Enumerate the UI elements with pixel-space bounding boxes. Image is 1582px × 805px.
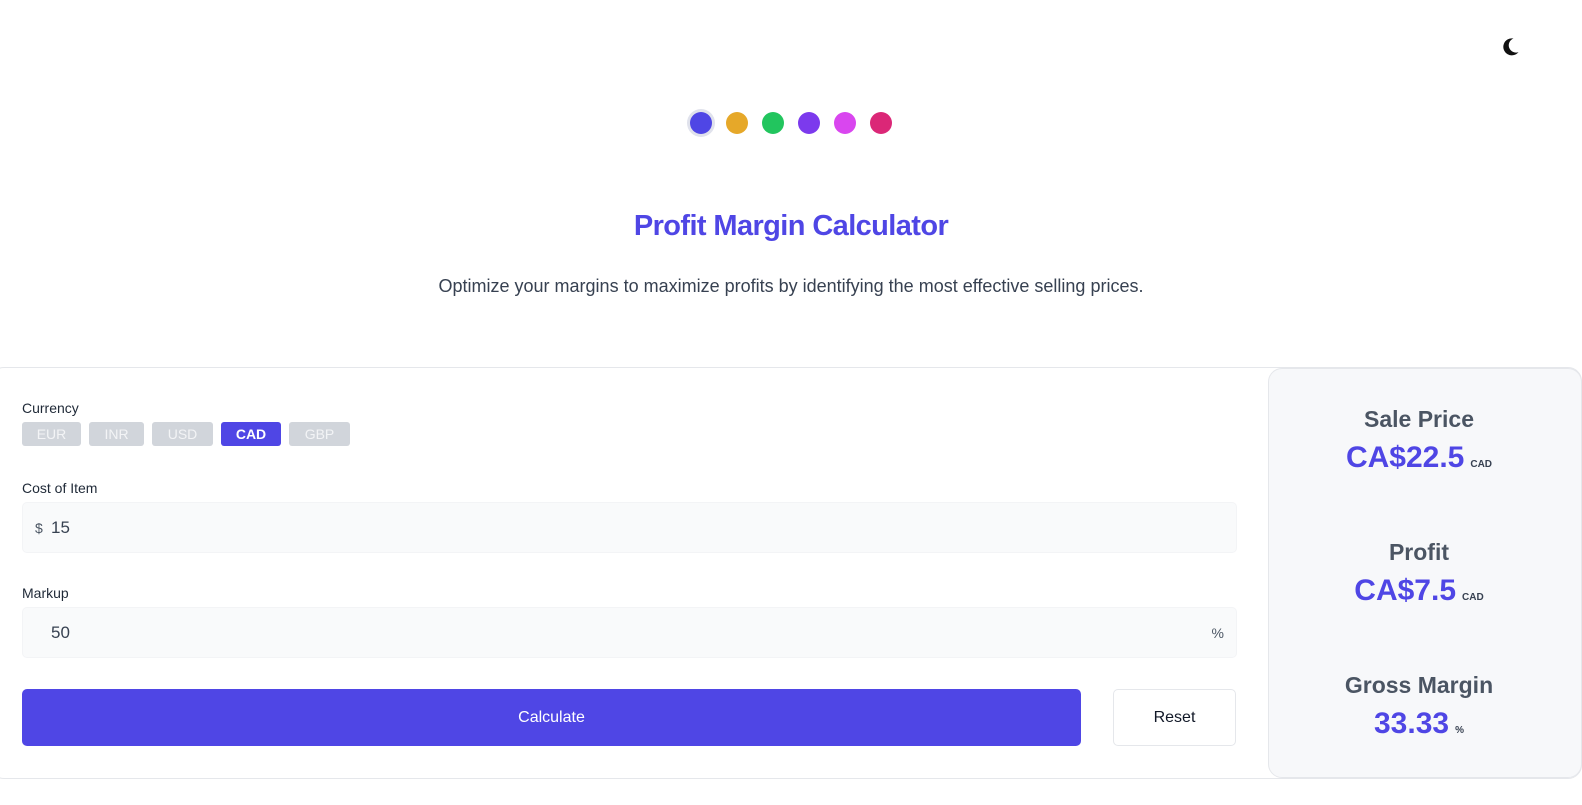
results-panel: Sale Price CA$22.5 CAD Profit CA$7.5 CAD G… [1268, 368, 1582, 778]
page-title: Profit Margin Calculator [633, 210, 949, 242]
currency-option-cad[interactable]: CAD [221, 422, 281, 446]
markup-input[interactable] [23, 608, 1236, 657]
markup-percent-suffix: % [1211, 624, 1224, 641]
profit-title: Profit [1388, 539, 1450, 565]
profit-value: CA$7.5 [1354, 574, 1457, 607]
color-swatch-green[interactable] [762, 112, 784, 134]
currency-selector: EUR INR USD CAD GBP [22, 422, 1237, 446]
gross-margin-unit: % [1455, 725, 1464, 736]
calculate-button[interactable]: Calculate [22, 689, 1081, 746]
moon-icon [1503, 38, 1519, 56]
calculator-form: Currency EUR INR USD CAD GBP Cost of Ite… [22, 400, 1237, 658]
currency-option-usd[interactable]: USD [152, 422, 213, 446]
color-swatch-row [0, 112, 1582, 134]
gross-margin-result: Gross Margin 33.33% [1269, 672, 1569, 741]
reset-button[interactable]: Reset [1113, 689, 1236, 746]
cost-currency-prefix: $ [35, 519, 43, 536]
currency-option-gbp[interactable]: GBP [289, 422, 350, 446]
cost-label: Cost of Item [22, 480, 98, 496]
color-swatch-pink[interactable] [870, 112, 892, 134]
cost-input-box: $ [22, 502, 1237, 553]
gross-margin-value: 33.33 [1374, 707, 1450, 740]
gross-margin-title: Gross Margin [1344, 672, 1494, 698]
theme-toggle-button[interactable] [1498, 35, 1522, 59]
currency-label: Currency [22, 400, 79, 416]
currency-option-eur[interactable]: EUR [22, 422, 81, 446]
color-swatch-amber[interactable] [726, 112, 748, 134]
sale-price-value: CA$22.5 [1345, 441, 1465, 474]
cost-input[interactable] [23, 503, 1236, 552]
currency-option-inr[interactable]: INR [89, 422, 144, 446]
sale-price-unit: CAD [1470, 459, 1493, 470]
sale-price-title: Sale Price [1364, 406, 1474, 432]
page-subtitle: Optimize your margins to maximize profit… [438, 276, 1144, 296]
profit-unit: CAD [1462, 592, 1484, 603]
color-swatch-indigo[interactable] [690, 112, 712, 134]
color-swatch-purple[interactable] [798, 112, 820, 134]
profit-result: Profit CA$7.5 CAD [1269, 539, 1569, 608]
color-swatch-magenta[interactable] [834, 112, 856, 134]
markup-input-box: % [22, 607, 1237, 658]
markup-label: Markup [22, 585, 69, 601]
sale-price-result: Sale Price CA$22.5 CAD [1269, 406, 1569, 475]
